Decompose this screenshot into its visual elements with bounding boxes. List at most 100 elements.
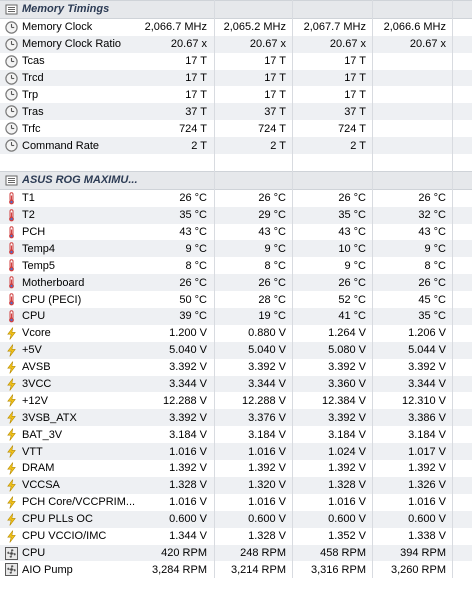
sensor-row[interactable]: Trcd 17 T 17 T 17 T <box>0 69 472 87</box>
sensor-row[interactable]: VTT 1.016 V 1.016 V 1.024 V 1.017 V <box>0 443 472 461</box>
sensor-label: Motherboard <box>22 276 85 289</box>
sensor-value: 1.016 V <box>328 496 366 509</box>
sensor-value: 52 °C <box>338 293 366 306</box>
sensor-row[interactable]: AVSB 3.392 V 3.392 V 3.392 V 3.392 V <box>0 359 472 376</box>
sensor-value: 32 °C <box>418 209 446 222</box>
column-divider <box>372 0 373 579</box>
sensor-value: 3.344 V <box>169 378 207 391</box>
section-header[interactable]: Memory Timings <box>0 0 472 19</box>
sensor-value: 1.328 V <box>248 530 286 543</box>
sensor-row[interactable]: CPU (PECI) 50 °C 28 °C 52 °C 45 °C <box>0 291 472 308</box>
sensor-value: 3.392 V <box>328 361 366 374</box>
sensor-label: AIO Pump <box>22 563 73 576</box>
sensor-value: 3,284 RPM <box>151 563 207 576</box>
sensor-row[interactable]: CPU 39 °C 19 °C 41 °C 35 °C <box>0 308 472 325</box>
sensor-value: 3,316 RPM <box>310 563 366 576</box>
sensor-row[interactable]: Vcore 1.200 V 0.880 V 1.264 V 1.206 V <box>0 325 472 342</box>
sensor-row[interactable]: T1 26 °C 26 °C 26 °C 26 °C <box>0 190 472 207</box>
sensor-value: 29 °C <box>258 209 286 222</box>
thermometer-icon <box>5 192 18 205</box>
sensor-label: CPU (PECI) <box>22 293 82 306</box>
sensor-value: 39 °C <box>179 310 207 323</box>
sensor-row[interactable]: PCH 43 °C 43 °C 43 °C 43 °C <box>0 224 472 241</box>
column-divider <box>214 0 215 579</box>
sensor-value: 1.024 V <box>328 445 366 458</box>
sensor-row[interactable]: Motherboard 26 °C 26 °C 26 °C 26 °C <box>0 274 472 292</box>
sensor-value: 50 °C <box>179 293 207 306</box>
sensor-value: 9 °C <box>424 242 446 255</box>
sensor-label: T1 <box>22 192 35 205</box>
sensor-row[interactable]: Tcas 17 T 17 T 17 T <box>0 53 472 70</box>
sensor-row[interactable]: DRAM 1.392 V 1.392 V 1.392 V 1.392 V <box>0 460 472 477</box>
sensor-value: 12.384 V <box>321 394 366 407</box>
sensor-row[interactable]: CPU VCCIO/IMC 1.344 V 1.328 V 1.352 V 1.338 … <box>0 528 472 545</box>
sensor-value: 0.600 V <box>248 513 286 526</box>
sensor-value: 1.017 V <box>408 445 446 458</box>
sensor-row[interactable]: Command Rate 2 T 2 T 2 T <box>0 137 472 155</box>
sensor-value: 2,066.6 MHz <box>383 21 446 34</box>
collapse-icon[interactable] <box>5 174 18 187</box>
sensor-label: PCH <box>22 226 46 239</box>
sensor-row[interactable]: BAT_3V 3.184 V 3.184 V 3.184 V 3.184 V <box>0 426 472 443</box>
sensor-value <box>380 70 446 87</box>
sensor-value: 1.016 V <box>169 496 207 509</box>
sensor-value: 26 °C <box>418 192 446 205</box>
thermometer-icon <box>5 242 18 255</box>
lightning-icon <box>5 377 18 391</box>
sensor-table: Memory Timings Memory Clock 2,066.7 MHz 2,0… <box>0 0 472 579</box>
sensor-value: 1.392 V <box>169 462 207 475</box>
sensor-row[interactable]: Trfc 724 T 724 T 724 T <box>0 120 472 137</box>
sensor-value: 3.392 V <box>328 411 366 424</box>
sensor-row[interactable]: PCH Core/VCCPRIM... 1.016 V 1.016 V 1.016 V… <box>0 494 472 511</box>
section-title: Memory Timings <box>22 3 110 16</box>
sensor-value: 3.184 V <box>408 428 446 441</box>
sensor-label: Memory Clock <box>22 21 93 34</box>
sensor-row[interactable]: 3VCC 3.344 V 3.344 V 3.360 V 3.344 V <box>0 375 472 393</box>
sensor-row[interactable]: Tras 37 T 37 T 37 T <box>0 103 472 121</box>
sensor-label: Trcd <box>22 72 44 84</box>
sensor-value: 10 °C <box>338 242 366 255</box>
sensor-value <box>380 120 446 137</box>
sensor-value: 17 T <box>344 88 366 101</box>
sensor-value: 1.392 V <box>248 462 286 475</box>
lightning-icon <box>5 327 18 340</box>
sensor-value: 37 T <box>264 105 286 118</box>
sensor-label: Memory Clock Ratio <box>22 38 122 51</box>
fan-icon <box>5 563 18 577</box>
sensor-value: 1.338 V <box>408 530 446 543</box>
sensor-value: 43 °C <box>258 226 286 239</box>
thermometer-icon <box>5 225 18 239</box>
lightning-icon <box>5 394 18 408</box>
collapse-icon[interactable] <box>5 3 18 16</box>
sensor-row[interactable]: T2 35 °C 29 °C 35 °C 32 °C <box>0 206 472 224</box>
sensor-row[interactable]: Memory Clock Ratio 20.67 x 20.67 x 20.67 x 2… <box>0 35 472 53</box>
sensor-row[interactable]: +5V 5.040 V 5.040 V 5.080 V 5.044 V <box>0 341 472 359</box>
sensor-row[interactable]: Memory Clock 2,066.7 MHz 2,065.2 MHz 2,067.… <box>0 19 472 36</box>
sensor-label: +12V <box>22 394 48 407</box>
section-header[interactable]: ASUS ROG MAXIMU... <box>0 170 472 190</box>
sensor-value: 45 °C <box>418 293 446 306</box>
sensor-row[interactable]: 3VSB_ATX 3.392 V 3.376 V 3.392 V 3.386 V <box>0 409 472 427</box>
sensor-row[interactable]: Temp5 8 °C 8 °C 9 °C 8 °C <box>0 257 472 274</box>
lightning-icon <box>5 513 18 526</box>
sensor-row[interactable]: Trp 17 T 17 T 17 T <box>0 86 472 103</box>
sensor-value: 3.360 V <box>328 378 366 391</box>
sensor-row[interactable]: AIO Pump 3,284 RPM 3,214 RPM 3,316 RPM 3,260… <box>0 561 472 578</box>
sensor-row[interactable]: VCCSA 1.328 V 1.320 V 1.328 V 1.326 V <box>0 476 472 494</box>
sensor-value: 724 T <box>258 122 286 135</box>
sensor-value: 0.600 V <box>408 513 446 526</box>
sensor-value: 3.184 V <box>169 428 207 441</box>
sensor-value: 1.392 V <box>328 462 366 475</box>
sensor-label: AVSB <box>22 361 51 374</box>
sensor-value: 43 °C <box>338 226 366 239</box>
sensor-value: 3,214 RPM <box>230 563 286 576</box>
sensor-value: 8 °C <box>185 259 207 272</box>
sensor-row[interactable]: +12V 12.288 V 12.288 V 12.384 V 12.310 V <box>0 392 472 409</box>
sensor-row[interactable]: CPU PLLs OC 0.600 V 0.600 V 0.600 V 0.600 V <box>0 510 472 528</box>
sensor-value: 2,067.7 MHz <box>303 21 366 34</box>
sensor-row[interactable]: Temp4 9 °C 9 °C 10 °C 9 °C <box>0 240 472 258</box>
sensor-value: 1.328 V <box>169 479 207 492</box>
sensor-value: 2,065.2 MHz <box>223 21 286 34</box>
sensor-value: 28 °C <box>258 293 286 306</box>
sensor-row[interactable]: CPU 420 RPM 248 RPM 458 RPM 394 RPM <box>0 544 472 562</box>
